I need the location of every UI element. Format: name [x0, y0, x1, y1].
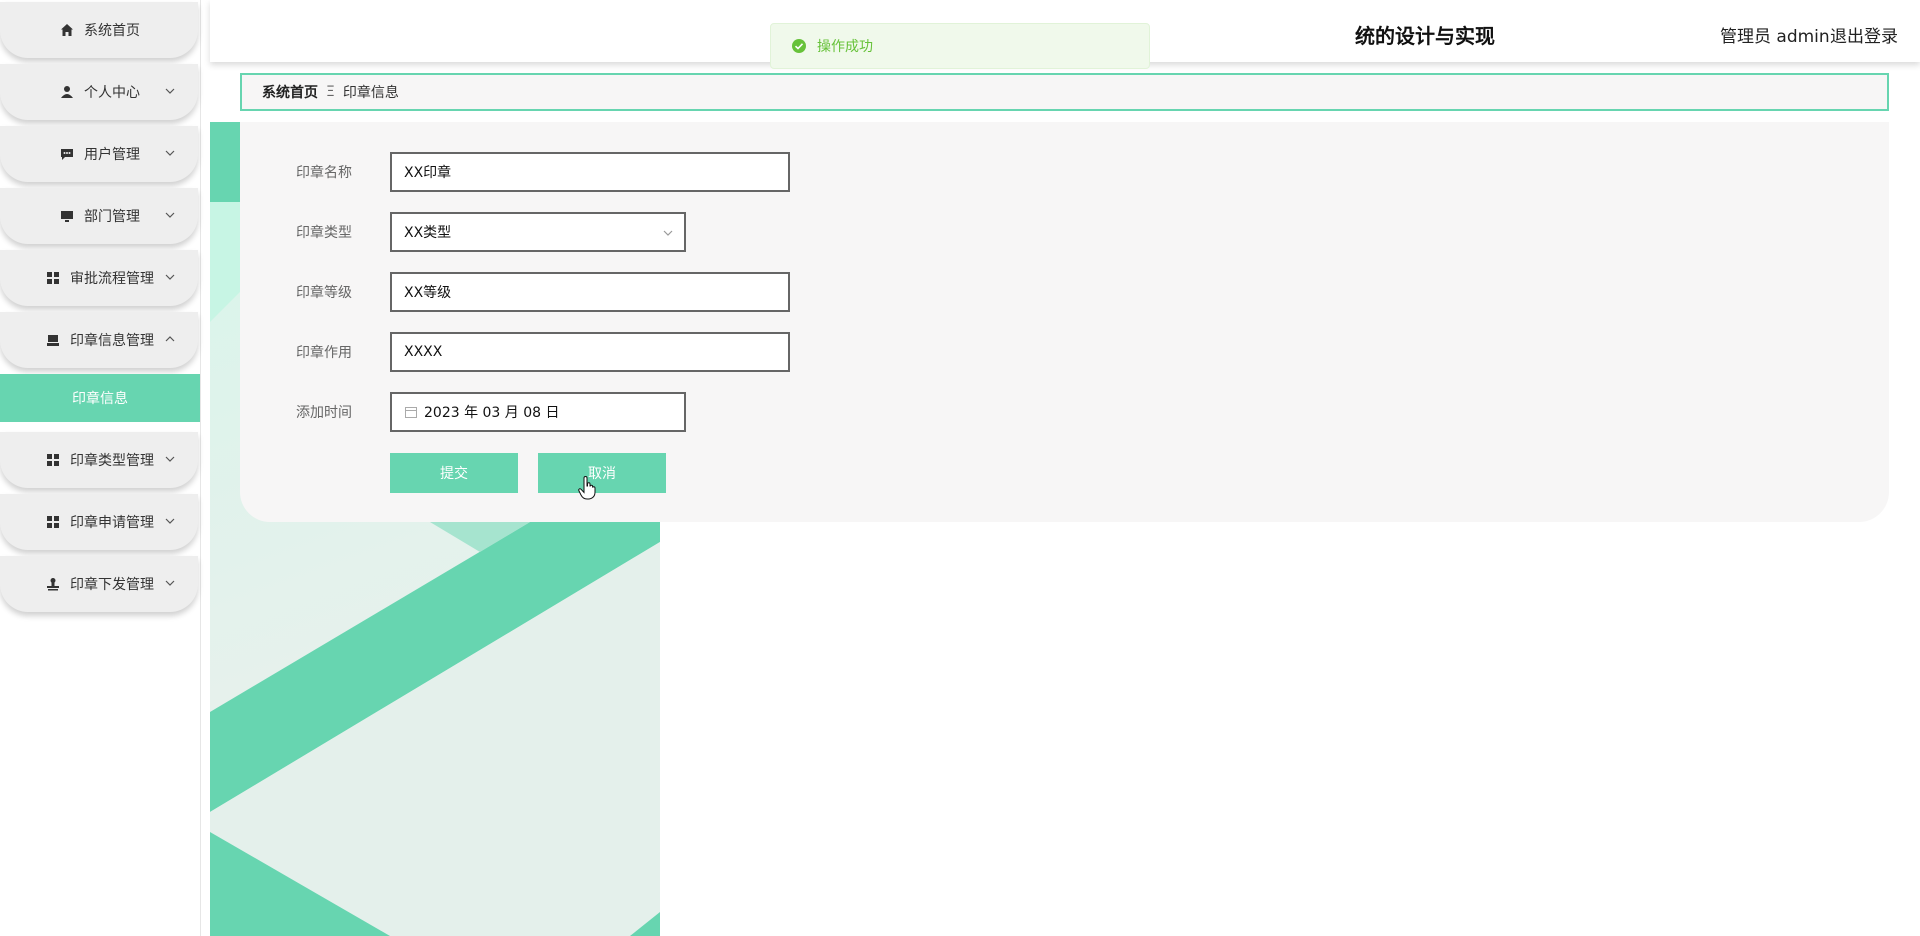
- chat-icon: [58, 145, 76, 163]
- chevron-up-icon: [165, 336, 175, 342]
- seal-form-panel: 印章名称 XX印章 印章类型 XX类型 印章等级 XX等级 印章作用 XXXX …: [240, 122, 1889, 522]
- breadcrumb-home[interactable]: 系统首页: [262, 82, 318, 102]
- printer-icon: [44, 331, 62, 349]
- sidebar-subitem-seal-info[interactable]: 印章信息: [0, 374, 200, 422]
- seal-type-select[interactable]: XX类型: [390, 212, 686, 252]
- sidebar-item-label: 印章信息管理: [70, 333, 154, 349]
- chevron-down-icon: [663, 230, 673, 236]
- add-time-label: 添加时间: [296, 405, 352, 421]
- sidebar: 系统首页 个人中心 用户管理 部门管理 审批流程管理 印章信息管理 印章信息 印…: [0, 0, 201, 936]
- submit-button[interactable]: 提交: [390, 453, 518, 493]
- sidebar-item-seal-type-management[interactable]: 印章类型管理: [0, 432, 198, 488]
- sidebar-item-label: 部门管理: [84, 209, 140, 225]
- current-user: 管理员 admin: [1720, 27, 1830, 47]
- sidebar-item-seal-application-management[interactable]: 印章申请管理: [0, 494, 198, 550]
- sidebar-item-user-management[interactable]: 用户管理: [0, 126, 198, 182]
- calendar-icon: [405, 407, 417, 418]
- grid-icon: [44, 451, 62, 469]
- grid-icon: [44, 269, 62, 287]
- chevron-down-icon: [165, 274, 175, 280]
- breadcrumb-separator: Ξ: [326, 84, 335, 100]
- cancel-button[interactable]: 取消: [538, 453, 666, 493]
- seal-name-input[interactable]: XX印章: [390, 152, 790, 192]
- seal-level-input[interactable]: XX等级: [390, 272, 790, 312]
- sidebar-item-department-management[interactable]: 部门管理: [0, 188, 198, 244]
- seal-level-value: XX等级: [404, 285, 452, 301]
- monitor-icon: [58, 207, 76, 225]
- add-time-date-picker[interactable]: 2023 年 03 月 08 日: [390, 392, 686, 432]
- check-circle-icon: [792, 39, 806, 53]
- seal-name-label: 印章名称: [296, 165, 352, 181]
- system-title: 统的设计与实现: [1355, 24, 1495, 48]
- home-icon: [58, 21, 76, 39]
- sidebar-item-label: 个人中心: [84, 85, 140, 101]
- sidebar-item-label: 印章申请管理: [70, 515, 154, 531]
- sidebar-item-personal-center[interactable]: 个人中心: [0, 64, 198, 120]
- grid-icon: [44, 513, 62, 531]
- chevron-down-icon: [165, 212, 175, 218]
- sidebar-item-label: 审批流程管理: [70, 271, 154, 287]
- success-toast: 操作成功: [770, 23, 1150, 69]
- seal-name-value: XX印章: [404, 165, 452, 181]
- seal-usage-label: 印章作用: [296, 345, 352, 361]
- sidebar-item-label: 用户管理: [84, 147, 140, 163]
- breadcrumb: 系统首页 Ξ 印章信息: [240, 73, 1889, 111]
- stamp-icon: [44, 575, 62, 593]
- sidebar-item-seal-info-management[interactable]: 印章信息管理: [0, 312, 198, 368]
- chevron-down-icon: [165, 456, 175, 462]
- breadcrumb-current: 印章信息: [342, 85, 399, 101]
- add-time-value: 2023 年 03 月 08 日: [424, 405, 560, 421]
- sidebar-item-seal-issue-management[interactable]: 印章下发管理: [0, 556, 198, 612]
- logout-link[interactable]: 退出登录: [1830, 22, 1898, 47]
- seal-type-label: 印章类型: [296, 225, 352, 241]
- hand-cursor-icon: [578, 476, 596, 500]
- sidebar-item-label: 系统首页: [84, 23, 140, 39]
- seal-usage-input[interactable]: XXXX: [390, 332, 790, 372]
- sidebar-item-label: 印章类型管理: [70, 453, 154, 469]
- seal-type-value: XX类型: [404, 225, 452, 241]
- seal-level-label: 印章等级: [296, 285, 352, 301]
- seal-usage-value: XXXX: [404, 344, 443, 360]
- chevron-down-icon: [165, 580, 175, 586]
- toast-message: 操作成功: [817, 39, 873, 55]
- user-icon: [58, 83, 76, 101]
- sidebar-item-label: 印章下发管理: [70, 577, 154, 593]
- sidebar-item-home[interactable]: 系统首页: [0, 2, 198, 58]
- chevron-down-icon: [165, 88, 175, 94]
- chevron-down-icon: [165, 518, 175, 524]
- sidebar-item-approval-flow-management[interactable]: 审批流程管理: [0, 250, 198, 306]
- chevron-down-icon: [165, 150, 175, 156]
